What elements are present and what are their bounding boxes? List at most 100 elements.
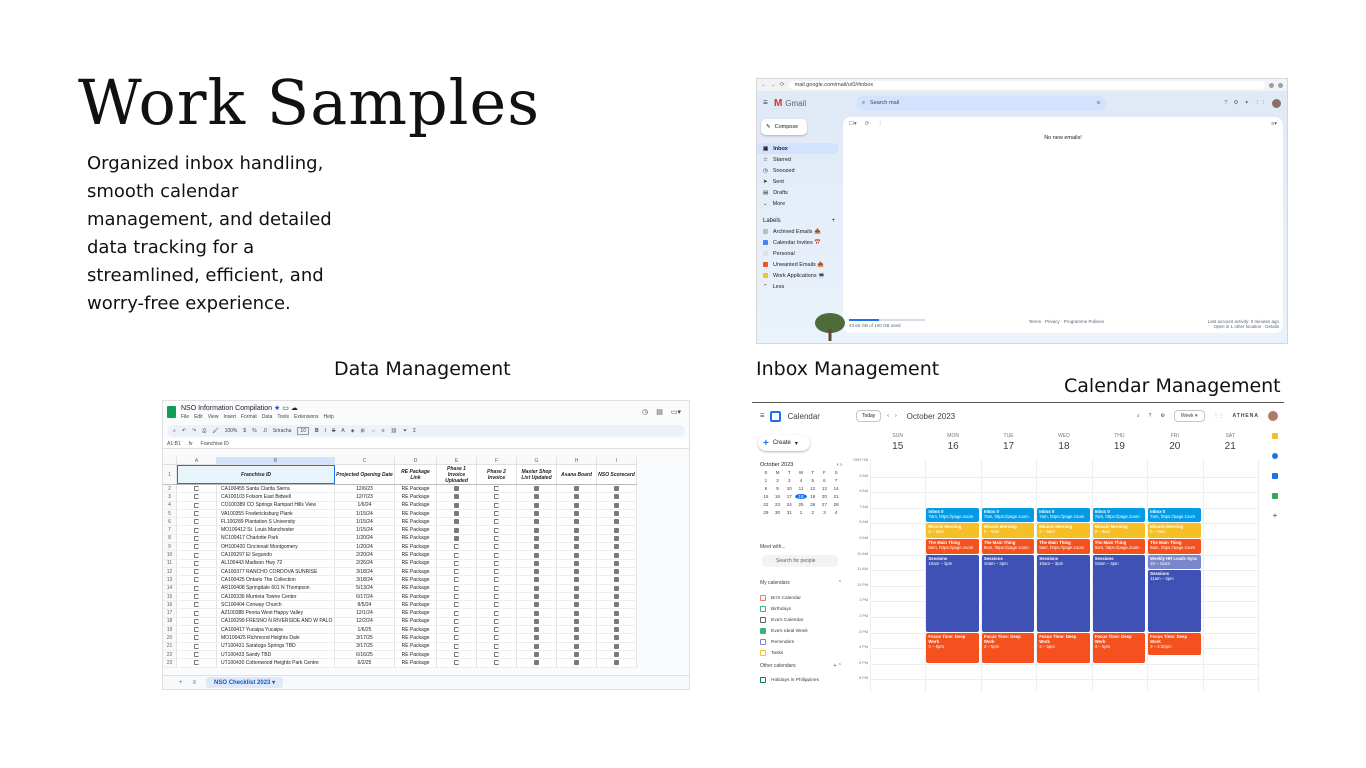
status-checkbox[interactable] [454, 594, 459, 599]
row-number[interactable]: 20 [163, 634, 177, 642]
mini-day[interactable]: 11 [795, 486, 807, 491]
calendar-item[interactable]: Eva's Calendar [760, 617, 803, 623]
nav-inbox[interactable]: ▣ Inbox [757, 143, 839, 154]
opening-date-cell[interactable]: 6/17/24 [335, 592, 395, 601]
checkbox-cell[interactable] [477, 626, 517, 634]
name-box[interactable]: A1:B1 [167, 441, 181, 447]
mini-day[interactable]: 30 [772, 510, 784, 515]
row-checkbox-cell[interactable] [177, 518, 217, 526]
franchise-id-cell[interactable]: CA100103 Folsom East Bidwell [217, 493, 335, 501]
mini-day[interactable]: 15 [760, 494, 772, 499]
add-label-icon[interactable]: + [831, 218, 835, 224]
checkbox-cell[interactable] [517, 650, 557, 659]
menu-edit[interactable]: Edit [194, 414, 203, 420]
checkbox-cell[interactable] [557, 634, 597, 642]
status-checkbox[interactable] [534, 610, 539, 616]
header-opening-date[interactable]: Projected Opening Date [335, 465, 395, 484]
status-checkbox[interactable] [614, 577, 619, 583]
franchise-id-cell[interactable]: CA100336 Murrieta Towne Center [217, 592, 335, 601]
label-item[interactable]: Personal [757, 248, 839, 259]
checkbox-cell[interactable] [597, 551, 637, 559]
strikethrough-icon[interactable]: S [332, 428, 335, 434]
status-checkbox[interactable] [574, 494, 579, 500]
table-row[interactable]: 14 AR100408 Springdale 601 N Thompson 5/13… [163, 584, 637, 593]
row-number[interactable]: 7 [163, 526, 177, 534]
status-checkbox[interactable] [454, 535, 459, 541]
status-checkbox[interactable] [574, 486, 579, 492]
checkbox-cell[interactable] [477, 617, 517, 626]
re-package-link[interactable]: RE Package [395, 592, 437, 601]
checkbox-cell[interactable] [597, 592, 637, 601]
col-header[interactable]: D [395, 457, 437, 464]
decimal-icon[interactable]: .0 [263, 428, 267, 434]
status-checkbox[interactable] [574, 502, 579, 508]
checkbox-cell[interactable] [477, 526, 517, 534]
checkbox-cell[interactable] [437, 551, 477, 559]
percent-icon[interactable]: % [252, 428, 256, 434]
checkbox-cell[interactable] [477, 485, 517, 493]
search-icon[interactable]: ⌕ [173, 428, 176, 434]
checkbox-cell[interactable] [517, 509, 557, 518]
avatar[interactable] [1268, 411, 1278, 421]
status-checkbox[interactable] [534, 660, 539, 666]
row-checkbox-cell[interactable] [177, 626, 217, 634]
header-franchise-id[interactable]: Franchise ID [177, 465, 335, 484]
status-checkbox[interactable] [454, 635, 459, 641]
status-checkbox[interactable] [494, 502, 499, 508]
checkbox-cell[interactable] [517, 601, 557, 609]
day-header[interactable]: MON 16 [925, 433, 980, 459]
status-checkbox[interactable] [494, 594, 499, 599]
status-checkbox[interactable] [574, 569, 579, 575]
checkbox-cell[interactable] [477, 592, 517, 601]
checkbox-cell[interactable] [477, 584, 517, 592]
week-grid[interactable]: GMT+08 5 AM 6 AM 7 AM 8 AM 9 AM 10 AM 11 AM 12 … [850, 458, 1259, 692]
checkbox-cell[interactable] [557, 650, 597, 659]
calendar-checkbox[interactable] [760, 650, 766, 656]
re-package-link[interactable]: RE Package [395, 509, 437, 518]
status-checkbox[interactable] [534, 552, 539, 558]
status-checkbox[interactable] [454, 519, 459, 525]
status-checkbox[interactable] [494, 527, 499, 533]
status-checkbox[interactable] [494, 519, 499, 525]
calendar-event[interactable]: Miracle Morning 8 – 9am [1037, 523, 1090, 538]
status-checkbox[interactable] [494, 544, 499, 550]
mini-day[interactable]: 4 [795, 478, 807, 483]
checkbox-cell[interactable] [597, 650, 637, 659]
checkbox-cell[interactable] [437, 485, 477, 493]
checkbox-cell[interactable] [517, 485, 557, 493]
calendar-event[interactable]: Inbox 0 7am, https://page.zoom [1092, 507, 1146, 523]
calendar-checkbox[interactable] [760, 595, 766, 601]
status-checkbox[interactable] [494, 652, 499, 658]
status-checkbox[interactable] [614, 594, 619, 599]
row-number[interactable]: 2 [163, 485, 177, 493]
table-row[interactable]: 15 CA100336 Murrieta Towne Center 6/17/24 R… [163, 592, 637, 602]
status-checkbox[interactable] [614, 585, 619, 591]
add-sheet-icon[interactable]: + [179, 680, 183, 686]
row-checkbox[interactable] [194, 627, 199, 633]
checkbox-cell[interactable] [437, 634, 477, 642]
header-re-package[interactable]: RE Package Link [395, 465, 437, 484]
opening-date-cell[interactable]: 3/18/24 [335, 576, 395, 584]
checkbox-cell[interactable] [597, 626, 637, 634]
status-checkbox[interactable] [574, 552, 579, 558]
calendar-event[interactable]: The Main Thing 9am, https://page.zoom [1037, 539, 1090, 554]
status-checkbox[interactable] [574, 535, 579, 541]
mini-day[interactable]: 3 [819, 510, 831, 515]
status-checkbox[interactable] [494, 643, 499, 649]
re-package-link[interactable]: RE Package [395, 485, 437, 493]
add-calendar-icon[interactable]: + ⌃ [834, 663, 843, 669]
status-checkbox[interactable] [574, 627, 579, 633]
calendar-event[interactable]: Inbox 0 7am, https://page.zoom [1037, 507, 1090, 523]
checkbox-cell[interactable] [557, 526, 597, 534]
row-number[interactable]: 13 [163, 576, 177, 584]
status-checkbox[interactable] [494, 569, 499, 575]
status-checkbox[interactable] [614, 627, 619, 633]
calendar-checkbox[interactable] [760, 628, 766, 634]
row-checkbox[interactable] [194, 569, 199, 575]
checkbox-cell[interactable] [557, 592, 597, 601]
franchise-id-cell[interactable]: AL100443 Madison Hwy 72 [217, 559, 335, 567]
checkbox-cell[interactable] [597, 559, 637, 567]
status-checkbox[interactable] [614, 552, 619, 558]
status-checkbox[interactable] [494, 610, 499, 616]
borders-icon[interactable]: ⊞ [361, 428, 365, 434]
